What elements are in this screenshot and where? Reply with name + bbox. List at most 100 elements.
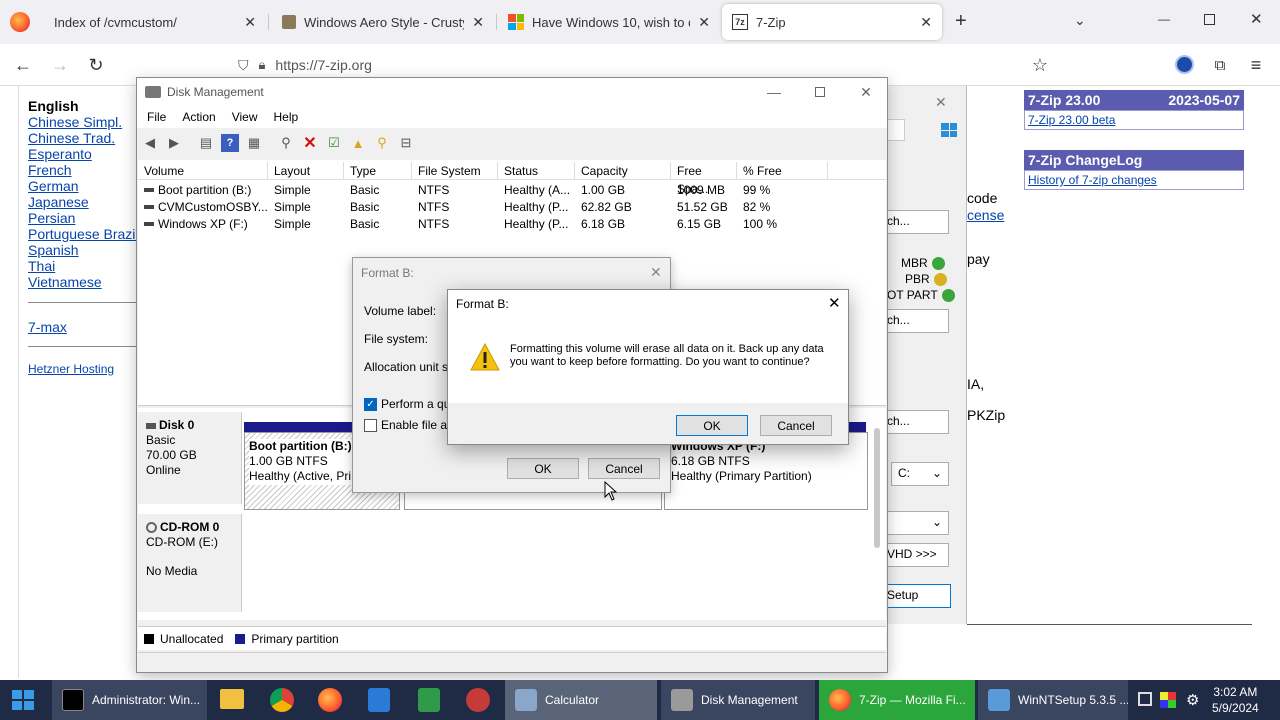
list-tabs-chevron-icon[interactable]: ⌄ [1074, 12, 1086, 29]
column-header[interactable]: Status [498, 162, 575, 180]
language-link[interactable]: Japanese [28, 194, 138, 210]
extensions-icon[interactable]: ⧉ [1207, 52, 1233, 78]
graph-scrollbar[interactable] [874, 428, 880, 548]
properties-icon[interactable]: ▦ [245, 134, 263, 152]
disk0-label[interactable]: Disk 0 Basic 70.00 GB Online [138, 412, 242, 504]
menu-action[interactable]: Action [182, 110, 215, 124]
close-icon[interactable]: ✕ [650, 264, 662, 281]
column-header[interactable]: Layout [268, 162, 344, 180]
language-link[interactable]: Persian [28, 210, 138, 226]
hosting-link[interactable]: Hetzner Hosting [28, 362, 114, 376]
notepad-icon[interactable] [368, 688, 390, 712]
checkbox-checked-icon[interactable]: ✓ [364, 397, 377, 411]
check-icon[interactable]: ☑ [325, 134, 343, 152]
table-row[interactable]: CVMCustomOSBY... Simple Basic NTFS Healt… [138, 199, 828, 216]
vhd-button[interactable]: VHD >>> [885, 543, 949, 567]
taskbar-item-firefox[interactable]: 7-Zip — Mozilla Fi... [819, 680, 975, 720]
language-link[interactable]: Vietnamese [28, 274, 138, 290]
forward-button[interactable]: → [47, 52, 73, 78]
search-button[interactable]: ch... [885, 309, 949, 333]
file-explorer-icon[interactable] [220, 689, 244, 709]
close-button[interactable]: ✕ [843, 78, 889, 106]
taskbar-item-winntsetup[interactable]: WinNTSetup 5.3.5 ... [978, 680, 1128, 720]
taskbar-item-disk-management[interactable]: Disk Management [661, 680, 815, 720]
table-row[interactable]: Boot partition (B:) Simple Basic NTFS He… [138, 182, 828, 199]
account-icon[interactable] [1175, 55, 1194, 74]
release-link[interactable]: 7-Zip 23.00 beta [1028, 113, 1115, 127]
help-icon[interactable]: ? [221, 134, 239, 152]
tab-aero-style[interactable]: Windows Aero Style - Crusty W ✕ [272, 4, 494, 40]
folder-up-icon[interactable]: ▲ [349, 134, 367, 152]
reload-button[interactable]: ↻ [83, 52, 109, 78]
tab-windows10[interactable]: Have Windows 10, wish to dual ✕ [498, 4, 720, 40]
close-icon[interactable]: ✕ [920, 14, 932, 31]
column-header[interactable]: Free Spa... [671, 162, 737, 196]
back-arrow-icon[interactable]: ◀ [141, 134, 159, 152]
drive-select[interactable]: C: ⌄ [891, 462, 949, 486]
language-link[interactable]: German [28, 178, 138, 194]
language-link[interactable]: Spanish [28, 242, 138, 258]
clock[interactable]: 3:02 AM 5/9/2024 [1212, 684, 1259, 716]
ok-button[interactable]: OK [507, 458, 579, 479]
menu-view[interactable]: View [232, 110, 258, 124]
rescan-icon[interactable]: ⊟ [397, 134, 415, 152]
search-button[interactable]: ch... [885, 410, 949, 434]
close-window-button[interactable]: ✕ [1250, 10, 1263, 28]
firefox-icon[interactable] [318, 688, 342, 712]
option-select[interactable]: ⌄ [885, 511, 949, 535]
restore-button[interactable] [1204, 14, 1215, 25]
new-tab-button[interactable]: + [955, 10, 967, 33]
checkbox-icon[interactable] [364, 418, 377, 432]
menu-help[interactable]: Help [274, 110, 299, 124]
column-header[interactable]: Type [344, 162, 412, 180]
column-header[interactable]: File System [412, 162, 498, 180]
minimize-button[interactable]: — [1158, 12, 1170, 26]
column-header[interactable]: Capacity [575, 162, 671, 180]
close-icon[interactable]: ✕ [472, 14, 484, 31]
ok-button[interactable]: OK [676, 415, 748, 436]
tray-network-icon[interactable] [1138, 692, 1152, 706]
close-icon[interactable]: ✕ [828, 294, 841, 312]
compression-checkbox[interactable]: Enable file and [364, 418, 460, 432]
lock-icon[interactable]: 🔒︎ [259, 57, 266, 73]
language-link[interactable]: Portuguese Brazil [28, 226, 138, 242]
language-link[interactable]: French [28, 162, 138, 178]
back-button[interactable]: ← [10, 52, 36, 78]
url-text[interactable]: https://7-zip.org [275, 57, 372, 73]
close-icon[interactable]: ✕ [244, 14, 256, 31]
winnt-field[interactable] [885, 119, 905, 141]
tray-settings-icon[interactable]: ⚙ [1186, 691, 1199, 709]
setup-button[interactable]: Setup [885, 584, 951, 608]
forward-arrow-icon[interactable]: ▶ [165, 134, 183, 152]
menu-icon[interactable]: ≡ [1243, 52, 1269, 78]
language-link[interactable]: Chinese Trad. [28, 130, 138, 146]
7max-link[interactable]: 7-max [28, 319, 67, 335]
bookmark-star-icon[interactable]: ☆ [1027, 52, 1053, 78]
changelog-link[interactable]: History of 7-zip changes [1028, 173, 1157, 187]
shield-icon[interactable]: ⛉ [238, 57, 249, 74]
table-row[interactable]: Windows XP (F:) Simple Basic NTFS Health… [138, 216, 828, 233]
search-button[interactable]: ch... [885, 210, 949, 234]
cancel-button[interactable]: Cancel [760, 415, 832, 436]
license-link[interactable]: cense [967, 207, 1004, 223]
start-button[interactable] [12, 690, 34, 710]
firefox-icon[interactable] [10, 12, 30, 32]
maximize-button[interactable] [797, 78, 843, 106]
taskbar-item-calculator[interactable]: Calculator [505, 680, 657, 720]
tool-icon[interactable] [466, 688, 490, 712]
tray-color-icon[interactable] [1160, 692, 1176, 708]
menu-file[interactable]: File [147, 110, 166, 124]
minimize-button[interactable]: — [751, 78, 797, 106]
language-link[interactable]: Esperanto [28, 146, 138, 162]
taskbar-item-cmd[interactable]: Administrator: Win... [52, 680, 207, 720]
connect-icon[interactable]: ⚲ [277, 134, 295, 152]
column-header[interactable]: Volume [138, 162, 268, 180]
search-folder-icon[interactable]: ⚲ [373, 134, 391, 152]
spreadsheet-icon[interactable] [418, 688, 440, 712]
cdrom-label[interactable]: CD-ROM 0 CD-ROM (E:) No Media [138, 514, 242, 612]
close-icon[interactable]: ✕ [935, 94, 947, 111]
language-link[interactable]: Thai [28, 258, 138, 274]
tab-7zip[interactable]: 7z 7-Zip ✕ [722, 4, 942, 40]
cancel-button[interactable]: Cancel [588, 458, 660, 479]
show-hide-icon[interactable]: ▤ [197, 134, 215, 152]
